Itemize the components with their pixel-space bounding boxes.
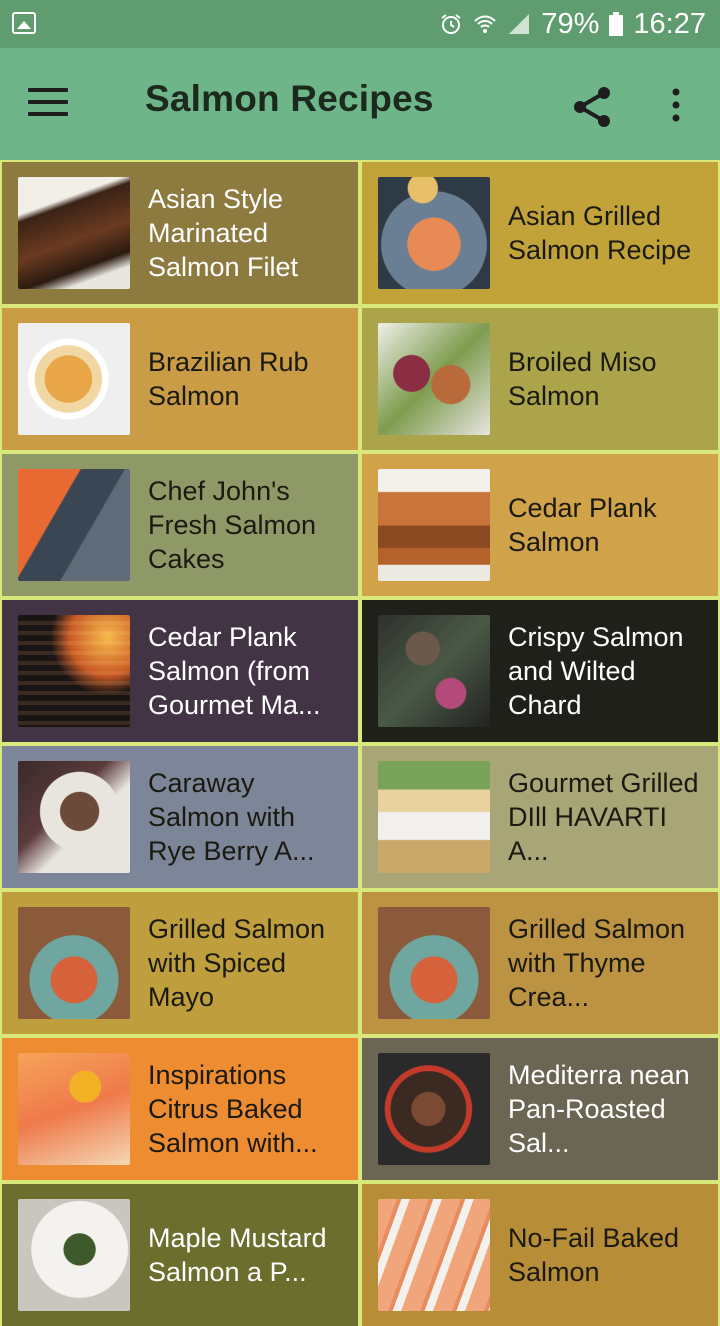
- gallery-notification-icon: [12, 12, 36, 34]
- recipe-thumbnail: [18, 469, 130, 581]
- recipe-thumbnail: [18, 1199, 130, 1311]
- recipe-thumbnail: [18, 1053, 130, 1165]
- recipe-thumbnail: [378, 177, 490, 289]
- recipe-title: Gourmet Grilled DIll HAVARTI A...: [508, 768, 699, 866]
- recipe-thumbnail: [18, 323, 130, 435]
- recipe-tile[interactable]: Inspirations Citrus Baked Salmon with...: [2, 1038, 358, 1180]
- recipe-tile[interactable]: Grilled Salmon with Spiced Mayo: [2, 892, 358, 1034]
- recipe-tile[interactable]: Grilled Salmon with Thyme Crea...: [362, 892, 718, 1034]
- app-bar: Salmon Recipes: [0, 48, 720, 160]
- share-icon[interactable]: [568, 83, 616, 131]
- recipe-title: No-Fail Baked Salmon: [508, 1223, 680, 1287]
- recipe-title: Asian Grilled Salmon Recipe: [508, 201, 692, 265]
- recipe-title: Asian Style Marinated Salmon Filet: [148, 184, 299, 282]
- recipe-tile[interactable]: Maple Mustard Salmon a P...: [2, 1184, 358, 1326]
- recipe-tile[interactable]: Gourmet Grilled DIll HAVARTI A...: [362, 746, 718, 888]
- status-bar: 79% 16:27: [0, 0, 720, 48]
- signal-icon: [509, 14, 530, 34]
- recipe-thumbnail: [18, 177, 130, 289]
- status-indicators: 79% 16:27: [439, 0, 706, 48]
- app-title: Salmon Recipes: [145, 78, 434, 119]
- recipe-thumbnail: [378, 615, 490, 727]
- recipe-title: Crispy Salmon and Wilted Chard: [508, 622, 684, 720]
- recipe-title: Brazilian Rub Salmon: [148, 347, 309, 411]
- recipe-title: Chef John's Fresh Salmon Cakes: [148, 476, 317, 574]
- recipe-title: Maple Mustard Salmon a P...: [148, 1223, 327, 1287]
- battery-icon: [609, 12, 624, 36]
- recipe-thumbnail: [378, 469, 490, 581]
- recipe-tile[interactable]: Crispy Salmon and Wilted Chard: [362, 600, 718, 742]
- recipe-title: Broiled Miso Salmon: [508, 347, 657, 411]
- recipe-thumbnail: [378, 761, 490, 873]
- recipe-thumbnail: [378, 1199, 490, 1311]
- recipe-thumbnail: [378, 1053, 490, 1165]
- recipe-title: Mediterra nean Pan-Roasted Sal...: [508, 1060, 690, 1158]
- battery-percent: 79%: [541, 7, 600, 40]
- recipe-thumbnail: [18, 907, 130, 1019]
- recipe-title: Cedar Plank Salmon: [508, 493, 657, 557]
- wifi-icon: [474, 15, 497, 33]
- recipe-title: Caraway Salmon with Rye Berry A...: [148, 768, 315, 866]
- recipe-tile[interactable]: Mediterra nean Pan-Roasted Sal...: [362, 1038, 718, 1180]
- recipe-tile[interactable]: Broiled Miso Salmon: [362, 308, 718, 450]
- menu-icon[interactable]: [28, 88, 68, 120]
- recipe-title: Grilled Salmon with Spiced Mayo: [148, 914, 326, 1012]
- recipe-thumbnail: [18, 615, 130, 727]
- recipe-thumbnail: [18, 761, 130, 873]
- recipe-tile[interactable]: No-Fail Baked Salmon: [362, 1184, 718, 1326]
- recipe-tile[interactable]: Asian Style Marinated Salmon Filet: [2, 162, 358, 304]
- clock: 16:27: [633, 7, 706, 40]
- recipe-tile[interactable]: Caraway Salmon with Rye Berry A...: [2, 746, 358, 888]
- recipe-tile[interactable]: Brazilian Rub Salmon: [2, 308, 358, 450]
- recipe-thumbnail: [378, 907, 490, 1019]
- recipe-grid: Asian Style Marinated Salmon Filet Asian…: [0, 160, 720, 1326]
- recipe-tile[interactable]: Cedar Plank Salmon: [362, 454, 718, 596]
- alarm-icon: [441, 14, 461, 34]
- recipe-title: Inspirations Citrus Baked Salmon with...: [148, 1060, 318, 1158]
- recipe-title: Grilled Salmon with Thyme Crea...: [508, 914, 686, 1012]
- more-options-icon[interactable]: [664, 88, 688, 122]
- recipe-tile[interactable]: Asian Grilled Salmon Recipe: [362, 162, 718, 304]
- recipe-thumbnail: [378, 323, 490, 435]
- recipe-title: Cedar Plank Salmon (from Gourmet Ma...: [148, 622, 321, 720]
- recipe-tile[interactable]: Chef John's Fresh Salmon Cakes: [2, 454, 358, 596]
- recipe-tile[interactable]: Cedar Plank Salmon (from Gourmet Ma...: [2, 600, 358, 742]
